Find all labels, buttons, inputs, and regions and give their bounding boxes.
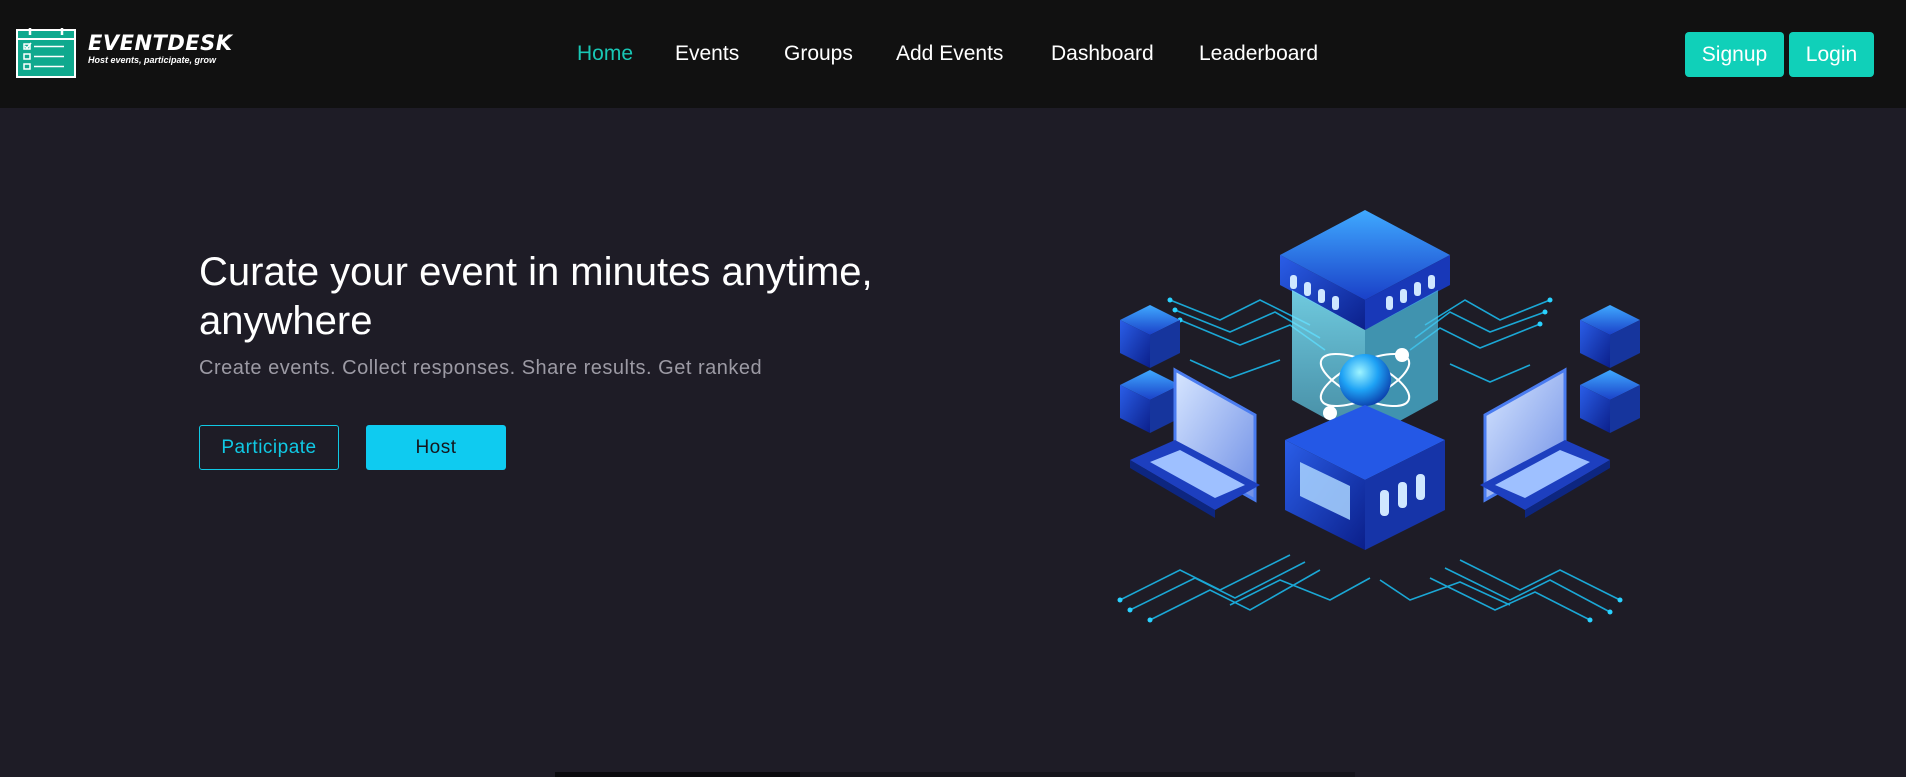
- hero-subtitle: Create events. Collect responses. Share …: [199, 357, 763, 379]
- brand-logo[interactable]: EVENTDESK Host events, participate, grow: [16, 28, 233, 78]
- nav-item-groups[interactable]: Groups: [784, 41, 853, 67]
- top-navbar: EVENTDESK Host events, participate, grow…: [0, 0, 1906, 108]
- brand-tagline: Host events, participate, grow: [88, 55, 217, 65]
- participate-button[interactable]: Participate: [199, 425, 339, 470]
- hero-title: Curate your event in minutes anytime, an…: [199, 250, 873, 343]
- login-button[interactable]: Login: [1789, 32, 1874, 77]
- nav-item-add-events[interactable]: Add Events: [896, 41, 1003, 67]
- signup-button[interactable]: Signup: [1685, 32, 1784, 77]
- nav-item-leaderboard[interactable]: Leaderboard: [1199, 41, 1318, 67]
- calendar-checklist-icon: [16, 28, 76, 78]
- isometric-server-atom-icon: [1117, 210, 1640, 623]
- brand-name: EVENTDESK: [88, 31, 233, 55]
- nav-item-home[interactable]: Home: [577, 41, 633, 67]
- nav-item-events[interactable]: Events: [675, 41, 739, 67]
- host-button[interactable]: Host: [366, 425, 506, 470]
- nav-item-dashboard[interactable]: Dashboard: [1051, 41, 1154, 67]
- scroll-indicator: [555, 772, 1355, 777]
